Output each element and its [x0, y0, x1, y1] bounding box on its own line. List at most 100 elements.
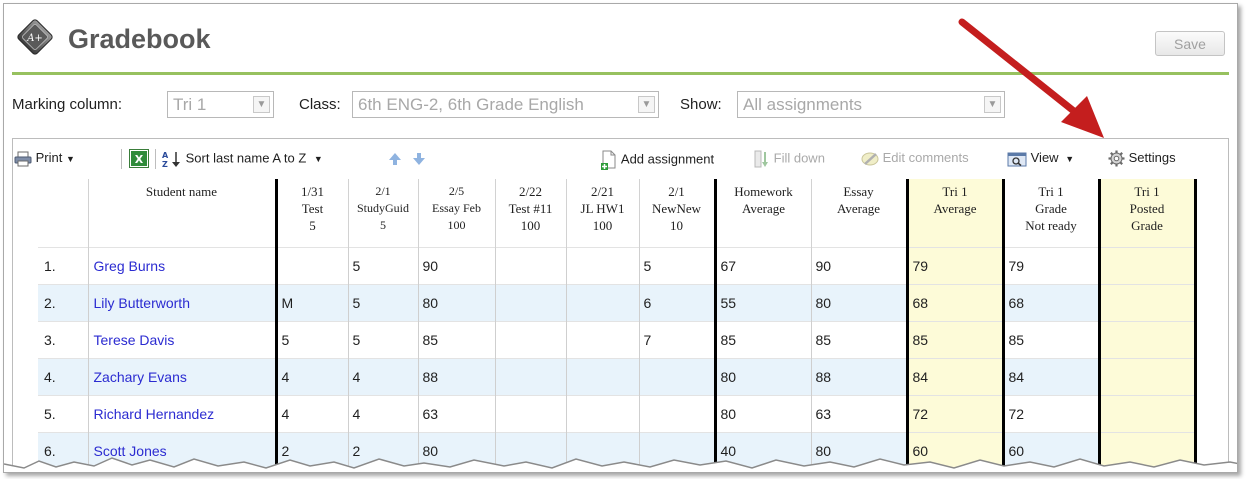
homework-average-cell: 80 — [713, 357, 812, 395]
edit-comments-label: Edit comments — [882, 150, 969, 165]
class-select[interactable]: 6th ENG-2, 6th Grade English ▼ — [352, 91, 659, 118]
fill-down-icon — [754, 150, 768, 168]
score-cell[interactable]: M — [274, 283, 349, 321]
student-name-link[interactable]: Greg Burns — [88, 246, 277, 284]
score-cell[interactable] — [274, 246, 349, 284]
tri1-posted-grade-cell — [1097, 246, 1197, 284]
score-cell[interactable]: 63 — [418, 394, 496, 432]
move-up-icon[interactable] — [388, 152, 402, 166]
page-title: Gradebook — [68, 24, 211, 54]
gradebook-window: A+ Gradebook Save Marking column: Tri 1 … — [3, 3, 1238, 473]
score-cell[interactable]: 6 — [639, 283, 716, 321]
sort-az-icon: A Z — [162, 151, 180, 168]
show-label: Show: — [680, 96, 722, 113]
edit-comments-button[interactable]: Edit comments — [861, 150, 969, 167]
score-cell[interactable]: 90 — [418, 246, 496, 284]
score-cell[interactable] — [639, 394, 716, 432]
score-cell[interactable] — [566, 283, 640, 321]
add-assignment-button[interactable]: Add assignment — [600, 150, 714, 170]
score-cell[interactable] — [566, 246, 640, 284]
tri1-grade-cell: 68 — [1001, 283, 1100, 321]
settings-label: Settings — [1128, 150, 1176, 165]
table-row: 5. Richard Hernandez 4 4 63 80 63 72 72 — [38, 394, 1197, 432]
score-cell[interactable]: 85 — [418, 320, 496, 358]
row-number: 5. — [38, 394, 89, 432]
essay-average-cell: 90 — [811, 246, 908, 284]
marking-column-label: Marking column: — [12, 96, 123, 113]
score-cell[interactable]: 7 — [639, 320, 716, 358]
marking-column-select[interactable]: Tri 1 ▼ — [167, 91, 274, 118]
class-value: 6th ENG-2, 6th Grade English — [358, 95, 584, 114]
assignment-header-1[interactable]: 1/31 Test 5 — [274, 179, 349, 247]
score-cell[interactable]: 88 — [418, 357, 496, 395]
sort-label: Sort last name A to Z — [185, 150, 307, 166]
tri1-average-cell: 79 — [905, 246, 1004, 284]
row-number: 1. — [38, 246, 89, 284]
tri1-grade-header: Tri 1 Grade Not ready — [1001, 179, 1100, 247]
homework-average-cell: 55 — [713, 283, 812, 321]
excel-export-icon[interactable]: X — [129, 149, 149, 168]
tri1-average-cell: 85 — [905, 320, 1004, 358]
score-cell[interactable]: 4 — [348, 357, 419, 395]
score-cell[interactable] — [495, 357, 567, 395]
score-cell[interactable]: 5 — [639, 246, 716, 284]
student-name-link[interactable]: Zachary Evans — [88, 357, 277, 395]
essay-average-cell: 88 — [811, 357, 908, 395]
caret-down-icon: ▼ — [1065, 154, 1075, 164]
score-cell[interactable]: 5 — [274, 320, 349, 358]
view-dropdown[interactable]: View ▼ — [1007, 150, 1074, 167]
score-cell[interactable] — [566, 394, 640, 432]
table-row: 3. Terese Davis 5 5 85 7 85 85 85 85 — [38, 320, 1197, 358]
score-cell[interactable] — [495, 320, 567, 358]
svg-text:A: A — [162, 151, 169, 160]
assignment-header-5[interactable]: 2/21 JL HW1 100 — [566, 179, 640, 247]
student-name-link[interactable]: Lily Butterworth — [88, 283, 277, 321]
score-cell[interactable]: 5 — [348, 283, 419, 321]
assignment-header-2[interactable]: 2/1 StudyGuid 5 — [348, 179, 419, 247]
chevron-down-icon: ▼ — [638, 96, 655, 113]
tri1-grade-cell: 72 — [1001, 394, 1100, 432]
table-row: 4. Zachary Evans 4 4 88 80 88 84 84 — [38, 357, 1197, 395]
tri1-average-cell: 72 — [905, 394, 1004, 432]
tri1-grade-cell: 85 — [1001, 320, 1100, 358]
score-cell[interactable] — [495, 246, 567, 284]
tri1-posted-grade-cell — [1097, 357, 1197, 395]
score-cell[interactable] — [495, 394, 567, 432]
student-name-link[interactable]: Terese Davis — [88, 320, 277, 358]
essay-average-header: Essay Average — [811, 179, 908, 247]
homework-average-cell: 80 — [713, 394, 812, 432]
score-cell[interactable]: 4 — [274, 357, 349, 395]
score-cell[interactable]: 5 — [348, 320, 419, 358]
assignment-header-6[interactable]: 2/1 NewNew 10 — [639, 179, 716, 247]
score-cell[interactable] — [566, 357, 640, 395]
essay-average-cell: 63 — [811, 394, 908, 432]
settings-button[interactable]: Settings — [1108, 150, 1176, 167]
assignment-header-4[interactable]: 2/22 Test #11 100 — [495, 179, 567, 247]
tri1-posted-grade-header: Tri 1 Posted Grade — [1097, 179, 1197, 247]
print-button[interactable]: Print ▼ — [14, 150, 75, 167]
torn-edge — [4, 457, 1237, 472]
score-cell[interactable] — [639, 357, 716, 395]
assignment-header-3[interactable]: 2/5 Essay Feb 100 — [418, 179, 496, 247]
chevron-down-icon: ▼ — [984, 96, 1001, 113]
save-button[interactable]: Save — [1155, 31, 1225, 56]
sort-dropdown[interactable]: A Z Sort last name A to Z ▼ — [162, 150, 323, 168]
move-down-icon[interactable] — [412, 152, 426, 166]
fill-down-button[interactable]: Fill down — [754, 150, 825, 168]
header-row: Student name 1/31 Test 5 2/1 StudyGuid 5 2/5… — [38, 179, 1197, 247]
score-cell[interactable] — [495, 283, 567, 321]
toolbar-separator — [155, 149, 156, 169]
add-assignment-label: Add assignment — [620, 151, 715, 167]
score-cell[interactable]: 80 — [418, 283, 496, 321]
header-divider — [12, 72, 1229, 75]
score-cell[interactable]: 5 — [348, 246, 419, 284]
score-cell[interactable] — [566, 320, 640, 358]
score-cell[interactable]: 4 — [348, 394, 419, 432]
print-label: Print — [35, 150, 63, 165]
student-name-link[interactable]: Richard Hernandez — [88, 394, 277, 432]
toolbar-separator — [121, 149, 122, 169]
score-cell[interactable]: 4 — [274, 394, 349, 432]
homework-average-header: Homework Average — [713, 179, 812, 247]
student-name-header[interactable]: Student name — [88, 179, 277, 247]
show-select[interactable]: All assignments ▼ — [737, 91, 1005, 118]
